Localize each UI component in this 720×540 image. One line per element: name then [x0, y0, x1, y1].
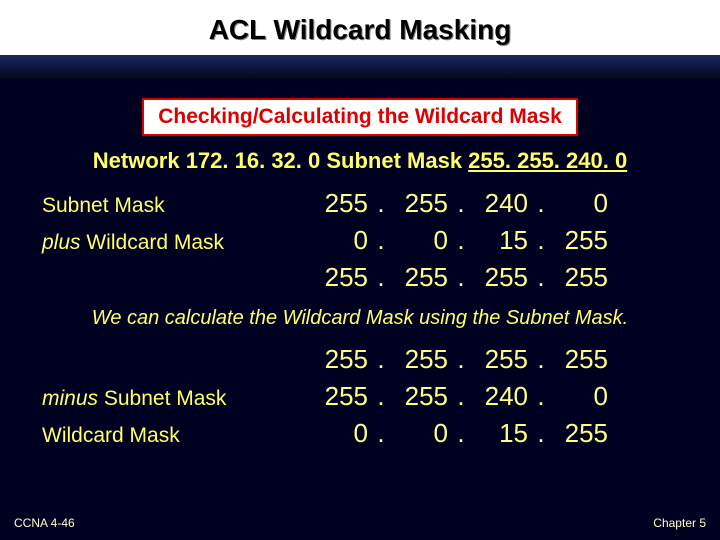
row-all255: 255. 255. 255. 255	[30, 344, 690, 375]
row-subnet-mask: Subnet Mask 255. 255. 240. 0	[30, 188, 690, 219]
plus-word: plus	[42, 231, 81, 254]
row-minus-subnet: minus Subnet Mask 255. 255. 240. 0	[30, 381, 690, 412]
network-prefix: Network 172. 16. 32. 0 Subnet Mask	[93, 148, 468, 173]
plus-rest: Wildcard Mask	[81, 231, 225, 254]
octets-subnet: 255. 255. 240. 0	[310, 188, 612, 219]
row-sum: 255. 255. 255. 255	[30, 262, 690, 293]
header-band	[0, 55, 720, 79]
label-result-wildcard: Wildcard Mask	[30, 424, 310, 448]
label-subnet-mask: Subnet Mask	[30, 194, 310, 218]
footer: CCNA 4-46 Chapter 5	[14, 516, 706, 530]
slide-content: Checking/Calculating the Wildcard Mask N…	[0, 80, 720, 455]
octets-sum: 255. 255. 255. 255	[310, 262, 612, 293]
octets-result-wildcard: 0. 0. 15. 255	[310, 418, 612, 449]
octets-wildcard: 0. 0. 15. 255	[310, 225, 612, 256]
label-minus-subnet: minus Subnet Mask	[30, 387, 310, 411]
network-subnet-underlined: 255. 255. 240. 0	[468, 148, 627, 173]
row-result-wildcard: Wildcard Mask 0. 0. 15. 255	[30, 418, 690, 449]
footer-right: Chapter 5	[653, 516, 706, 530]
section-heading-box: Checking/Calculating the Wildcard Mask	[142, 98, 578, 136]
minus-word: minus	[42, 387, 98, 410]
row-plus-wildcard: plus Wildcard Mask 0. 0. 15. 255	[30, 225, 690, 256]
octets-all255: 255. 255. 255. 255	[310, 344, 612, 375]
minus-rest: Subnet Mask	[98, 387, 226, 410]
network-line: Network 172. 16. 32. 0 Subnet Mask 255. …	[30, 148, 690, 174]
label-plus-wildcard: plus Wildcard Mask	[30, 231, 310, 255]
footer-left: CCNA 4-46	[14, 516, 75, 530]
explain-text: We can calculate the Wildcard Mask using…	[30, 307, 690, 330]
slide-title: ACL Wildcard Masking	[0, 0, 720, 55]
octets-minus-subnet: 255. 255. 240. 0	[310, 381, 612, 412]
